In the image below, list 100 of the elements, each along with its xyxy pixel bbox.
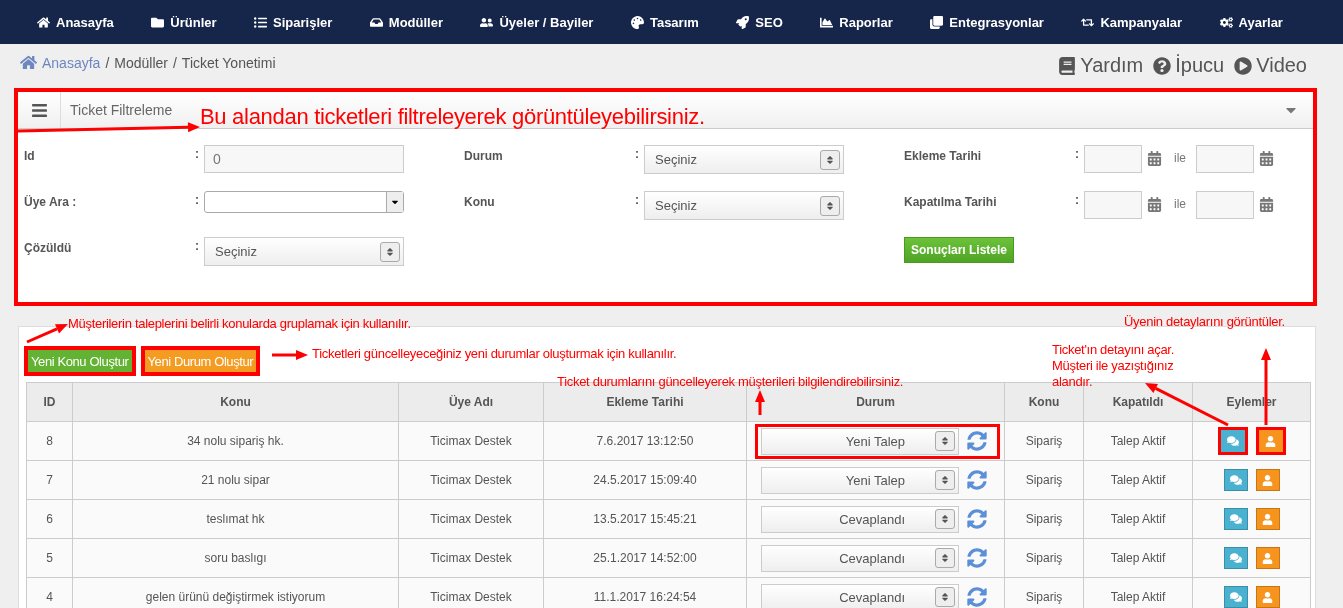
breadcrumb-separator: / (172, 54, 177, 71)
comments-icon (1229, 474, 1242, 486)
column-header: ID (26, 382, 73, 422)
combo-field[interactable] (204, 191, 404, 213)
date-field[interactable] (1084, 191, 1142, 219)
column-header: Konu (72, 382, 399, 422)
status-select[interactable]: Cevaplandı (761, 544, 959, 572)
sort-arrows-icon (820, 149, 840, 170)
range-label: ile (1173, 150, 1187, 165)
table-cell: Sipariş (1004, 460, 1084, 500)
refresh-icon[interactable] (967, 509, 987, 529)
caret-icon (386, 192, 403, 212)
table-cell: 11.1.2017 16:24:54 (543, 577, 747, 608)
nav-item[interactable]: Ürünler (151, 14, 217, 30)
status-select[interactable]: Yeni Talep (761, 427, 959, 455)
help-link[interactable]: İpucu (1153, 54, 1225, 77)
help-link[interactable]: Yardım (1058, 54, 1144, 77)
table-cell: Ticimax Destek (398, 499, 544, 539)
comments-button[interactable] (1217, 427, 1248, 455)
table-cell: Sipariş (1004, 499, 1084, 539)
user-icon (1262, 474, 1273, 486)
table-cell: 8 (26, 421, 73, 461)
table-cell: 24.5.2017 15:09:40 (543, 460, 747, 500)
column-header: Üye Adı (398, 382, 544, 422)
field-label: Konu (464, 194, 496, 209)
panel-title: Ticket Filtreleme (69, 101, 173, 120)
annotation-note: Üyenin detaylarını görüntüler. (1124, 314, 1285, 329)
home-icon (20, 54, 37, 71)
table-cell: 7.6.2017 13:12:50 (543, 421, 747, 461)
help-icon (1058, 56, 1077, 75)
annotation-arrow (26, 324, 68, 344)
nav-item[interactable]: Siparişler (254, 14, 333, 30)
nav-item[interactable]: Entegrasyonlar (930, 14, 1044, 30)
breadcrumb-item: Modüller (114, 54, 168, 71)
id-field[interactable]: 0 (204, 145, 404, 173)
refresh-icon[interactable] (967, 431, 987, 451)
nav-icon (736, 15, 750, 29)
help-icon (1153, 56, 1172, 75)
nav-item[interactable]: SEO (736, 14, 783, 30)
table-cell: Talep Aktif (1083, 499, 1193, 539)
status-select[interactable]: Cevaplandı (761, 583, 959, 608)
table-cell: 6 (26, 499, 73, 539)
nav-item[interactable]: Raporlar (820, 14, 893, 30)
nav-icon (37, 15, 50, 29)
nav-icon (254, 15, 268, 29)
date-field[interactable] (1196, 145, 1254, 173)
refresh-icon[interactable] (967, 548, 987, 568)
colon-label: : (635, 146, 640, 161)
nav-icon (630, 15, 644, 29)
sort-arrows-icon (935, 431, 955, 451)
colon-label: : (195, 146, 200, 161)
nav-item[interactable]: Anasayfa (37, 14, 114, 30)
annotation-arrow (755, 390, 765, 415)
table-cell: 21 nolu sipar (72, 460, 399, 500)
refresh-icon[interactable] (967, 470, 987, 490)
select-field[interactable]: Seçiniz (644, 145, 844, 174)
annotation-note: Bu alandan ticketleri filtreleyerek görüntüleyebilirsiniz. (200, 104, 705, 130)
status-select[interactable]: Yeni Talep (761, 466, 959, 494)
comments-icon (1226, 435, 1239, 447)
colon-label: : (195, 238, 200, 253)
field-label: Üye Ara : (24, 194, 78, 209)
refresh-icon[interactable] (967, 587, 987, 607)
date-field[interactable] (1084, 145, 1142, 173)
field-label: Id (24, 148, 36, 163)
table-cell: Sipariş (1004, 577, 1084, 608)
select-field[interactable]: Seçiniz (644, 191, 844, 220)
comments-icon (1229, 552, 1242, 564)
help-link[interactable]: Video (1234, 54, 1307, 77)
comments-icon (1229, 513, 1242, 525)
sort-arrows-icon (380, 241, 400, 262)
field-label: Çözüldü (24, 240, 73, 255)
sort-arrows-icon (935, 509, 955, 529)
annotation-note: Müşterilerin taleplerini belirli konularda gruplamak için kullanılır. (68, 316, 411, 331)
user-button[interactable] (1255, 427, 1286, 455)
range-label: ile (1173, 196, 1187, 211)
sort-arrows-icon (935, 587, 955, 607)
nav-item[interactable]: Modüller (369, 14, 443, 30)
table-cell: 5 (26, 538, 73, 578)
user-icon (1262, 591, 1273, 603)
table-cell: soru baslıgı (72, 538, 399, 578)
nav-item[interactable]: Tasarım (630, 14, 699, 30)
sort-arrows-icon (935, 470, 955, 490)
nav-icon (369, 15, 383, 29)
status-select[interactable]: Cevaplandı (761, 505, 959, 533)
table-cell: 4 (26, 577, 73, 608)
help-icon (1234, 56, 1253, 75)
table-cell: 25.1.2017 14:52:00 (543, 538, 747, 578)
select-field[interactable]: Seçiniz (204, 237, 404, 266)
table-cell: 34 nolu sipariş hk. (72, 421, 399, 461)
nav-item[interactable]: Kampanyalar (1081, 14, 1183, 30)
nav-item[interactable]: Ayarlar (1219, 14, 1283, 30)
table-cell: gelen ürünü değiştirmek istiyorum (72, 577, 399, 608)
colon-label: : (1075, 192, 1080, 207)
table-cell: Sipariş (1004, 538, 1084, 578)
user-icon (1262, 513, 1273, 525)
sort-arrows-icon (935, 548, 955, 568)
date-field[interactable] (1196, 191, 1254, 219)
table-cell: Talep Aktif (1083, 577, 1193, 608)
sort-arrows-icon (820, 195, 840, 216)
nav-item[interactable]: Üyeler / Bayiler (480, 14, 594, 30)
